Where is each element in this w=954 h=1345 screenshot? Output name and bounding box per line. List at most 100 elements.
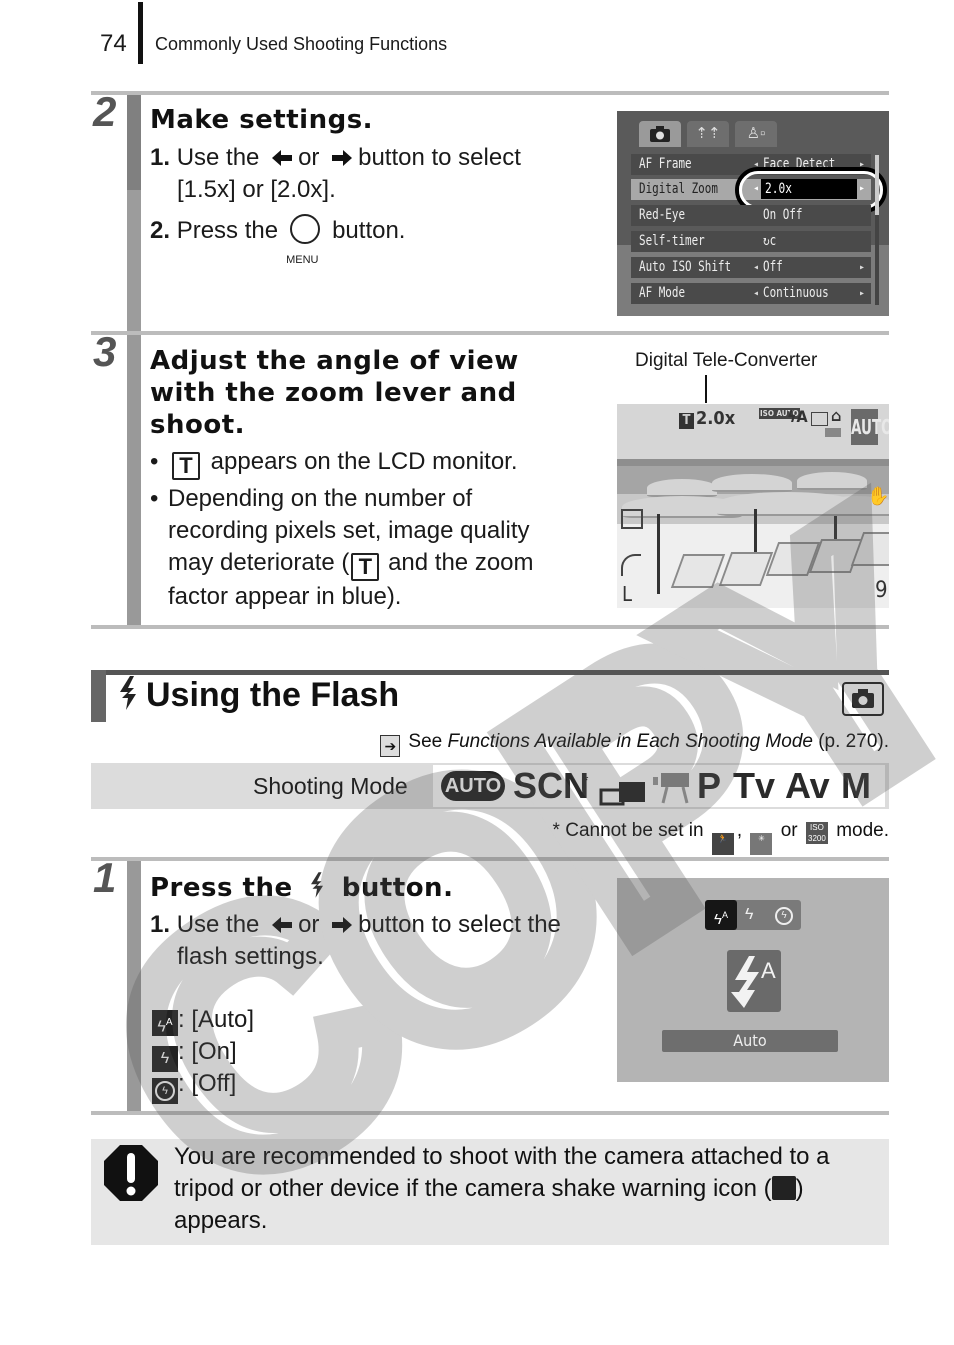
osd-zoom-indicator: T 2.0x [679,408,735,429]
flash-icon [120,676,136,710]
right-arrow-icon [332,917,353,933]
step3-bottom-rule [91,625,889,629]
step2-item-1: 1. Use the or button to select [1.5x] or… [150,142,521,206]
flash-button-icon [311,872,324,898]
title-line: Adjust the angle of view [150,346,519,376]
mode-stitch-assist-icon [599,775,649,813]
cross-reference[interactable]: ➔ See Functions Available in Each Shootin… [380,731,889,757]
lcd-row-af-mode: AF Mode ◂ Continuous ▸ [631,283,871,304]
item-text: button to select the [358,911,561,938]
photo-caption: Digital Tele-Converter [635,350,818,371]
right-arrow-icon [332,150,353,166]
item-text: or [298,144,320,171]
step1-body: 1. Use the or button to select the flash… [150,909,561,973]
mode-auto: AUTO [441,771,505,801]
osd-stabilizer-icon [621,509,643,529]
camera-tab-icon [639,121,681,147]
flash-mode-off: ϟ: [Off] [152,1068,236,1104]
item-text: or [298,911,320,938]
section-top-rule [91,670,889,675]
lcd-row-red-eye: Red-Eye On Off [631,205,871,226]
osd-battery-icon [825,428,841,437]
flash-auto-large-icon: A [727,950,781,1012]
item-number: 2. [150,217,171,244]
page-number: 74 [100,30,127,57]
mode-scn-asterisk: * [583,772,589,788]
title-line: shoot. [150,410,246,440]
section-side-block [91,670,106,722]
footnote: * Cannot be set in 🏃, ✳ or ISO 3200 mode. [553,820,889,855]
camera-shake-warning-icon [771,1176,796,1200]
step1-title: Press the button. [150,872,454,903]
sports-mode-icon: 🏃 [711,833,734,855]
header-divider [138,2,143,64]
beach-photo-lcd: T 2.0x ISO AUTO ϟA ⌂ AUTO ✋ L 9 [617,404,889,608]
fireworks-mode-icon: ✳ [750,833,773,855]
flash-mode-on: ϟ: [On] [152,1036,237,1072]
caption-leader-line [705,375,707,403]
svg-text:A: A [761,958,776,983]
step1-side-bar [127,861,141,1111]
caution-icon [104,1145,158,1201]
item-text: Use the [176,144,260,171]
step2-top-rule [91,91,889,95]
title-line: with the zoom lever and [150,378,517,408]
flash-auto-tab-selected: ϟA [705,900,737,930]
osd-recording-size: L [622,582,633,606]
caution-line: You are recommended to shoot with the ca… [174,1143,830,1170]
tele-converter-icon: T [351,553,380,581]
flash-lcd-screenshot: ϟA ϟ ϟ A Auto [617,878,889,1082]
step2-number: 2 [93,88,117,135]
iso3200-mode-icon: ISO 3200 [805,822,828,844]
chapter-title: Commonly Used Shooting Functions [155,34,448,54]
step2-side-bar [127,95,141,331]
step1-number: 1 [93,854,117,901]
bullet-text: may deteriorate (T and the zoom [168,549,534,581]
osd-shots-remaining: 9 [875,578,888,603]
caution-line: appears. [174,1207,268,1234]
caution-text: You are recommended to shoot with the ca… [174,1141,884,1237]
item-number: 1. [150,144,171,171]
item-text-cont: [1.5x] or [2.0x]. [177,176,336,203]
item-text: Press the [176,217,279,244]
caution-line: tripod or other device if the camera sha… [174,1175,804,1202]
osd-flash-auto-icon: ϟA [787,407,808,426]
bullet-item: T appears on the LCD monitor. [150,446,600,480]
item-text: Use the [176,911,260,938]
item-text: button. [332,217,406,244]
step3-side-bar [127,335,141,625]
left-arrow-icon [272,917,293,933]
bullet-text: Depending on the number of [168,485,473,512]
step3-number: 3 [93,328,117,375]
shooting-mode-label: Shooting Mode [253,773,408,799]
mode-movie-icon [653,771,693,812]
settings-tab-icon: ⇡⇡ [687,121,729,147]
step1-top-rule [91,857,889,861]
mode-tv: Tv [733,765,776,806]
step3-top-rule [91,331,889,335]
step1-bottom-rule [91,1111,889,1115]
flash-on-tab-icon: ϟ [745,906,754,923]
menu-button-icon: MENU [286,214,322,266]
step3-title: Adjust the angle of view with the zoom l… [150,345,519,441]
mode-m: M [841,765,871,806]
section-title: Using the Flash [116,676,399,715]
step2-body: 1. Use the or button to select [1.5x] or… [150,142,521,266]
step2-title: Make settings. [150,105,374,135]
bullet-item: Depending on the number of recording pix… [150,483,600,613]
my-menu-tab-icon: ♙▫ [735,121,777,147]
mode-scn: SCN [513,765,590,806]
flash-off-tab-icon: ϟ [775,907,793,925]
left-arrow-icon [272,150,293,166]
osd-camera-orientation-icon: ⌂ [831,406,842,425]
osd-camera-shake-icon: ✋ [867,486,889,507]
step3-body: T appears on the LCD monitor. Depending … [150,446,600,613]
osd-drive-icon [811,412,828,426]
mode-p: P [697,765,722,806]
lcd-menu-screenshot: ⇡⇡ ♙▫ AF Frame ◂ Face Detect ▸ Digital Zoom… [617,111,889,316]
camera-mode-icon [842,682,884,716]
item-number: 1. [150,911,171,938]
reference-arrow-icon: ➔ [380,735,401,757]
flash-mode-label-bar: Auto [662,1030,838,1052]
item-text-cont: flash settings. [177,943,324,970]
